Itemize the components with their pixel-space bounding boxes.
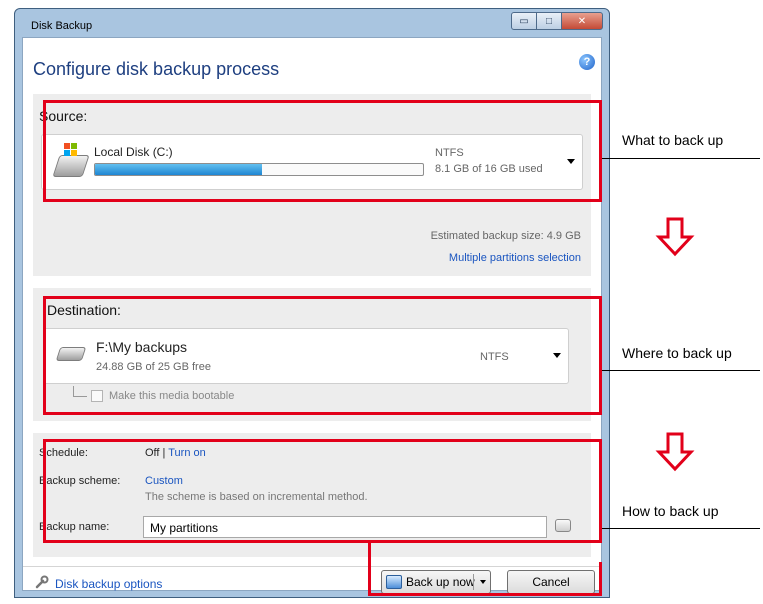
annotation-underline xyxy=(602,158,760,159)
source-highlight-box xyxy=(43,100,602,202)
annotation-underline xyxy=(602,528,760,529)
down-arrow-icon xyxy=(655,432,695,472)
how-annotation: How to back up xyxy=(622,503,719,519)
annotation-underline xyxy=(602,370,760,371)
wrench-icon xyxy=(35,575,49,589)
window-title: Disk Backup xyxy=(31,20,93,32)
title-bar[interactable]: Disk Backup ▭ □ ✕ xyxy=(15,9,609,37)
connector-line xyxy=(599,562,602,596)
back-up-now-label: Back up now xyxy=(406,575,475,589)
split-divider xyxy=(473,574,474,590)
connector-line xyxy=(368,593,602,596)
disk-backup-options-link[interactable]: Disk backup options xyxy=(55,577,162,591)
window-controls: ▭ □ ✕ xyxy=(511,12,603,30)
options-highlight-box xyxy=(43,439,602,543)
maximize-button[interactable]: □ xyxy=(536,12,562,30)
estimated-backup-size: Estimated backup size: 4.9 GB xyxy=(430,230,581,242)
close-button[interactable]: ✕ xyxy=(561,12,603,30)
page-title: Configure disk backup process xyxy=(33,59,280,79)
cancel-button[interactable]: Cancel xyxy=(507,570,595,594)
what-annotation: What to back up xyxy=(622,132,724,148)
backup-icon xyxy=(386,575,402,589)
minimize-button[interactable]: ▭ xyxy=(511,12,537,30)
multiple-partitions-link[interactable]: Multiple partitions selection xyxy=(449,252,581,264)
down-arrow-icon xyxy=(655,217,695,257)
back-up-now-button[interactable]: Back up now xyxy=(381,570,491,594)
chevron-down-icon[interactable] xyxy=(480,580,486,584)
footer-separator xyxy=(23,566,601,567)
where-annotation: Where to back up xyxy=(622,345,732,361)
connector-line xyxy=(368,541,371,596)
destination-highlight-box xyxy=(43,296,602,415)
help-icon[interactable]: ? xyxy=(579,54,595,70)
